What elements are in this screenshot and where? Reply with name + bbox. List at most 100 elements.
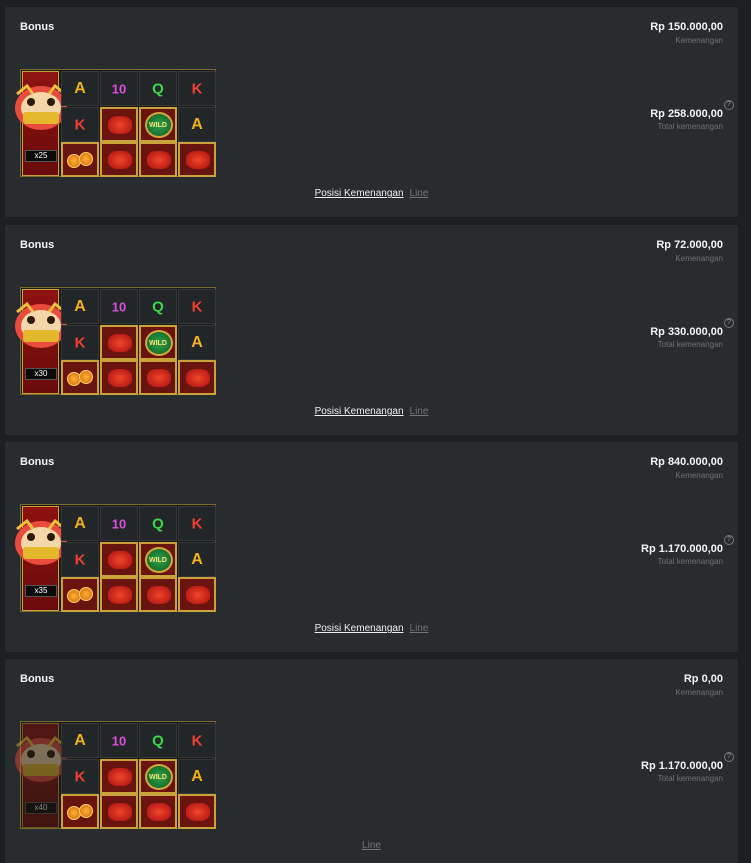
wild-symbol-label: WILD [149, 122, 167, 129]
total-win-amount: Rp 258.000,00 [650, 108, 723, 120]
symbol-k-icon: K [74, 768, 86, 785]
symbol-cell [61, 142, 99, 177]
symbol-cell [139, 142, 177, 177]
symbol-cell: Q [139, 289, 177, 324]
lantern-icon [147, 369, 171, 387]
lion-reel: x30 [15, 289, 67, 394]
win-label: Kemenangan [675, 471, 723, 480]
line-link[interactable]: Line [410, 406, 429, 417]
symbol-cell [61, 360, 99, 395]
card-title: Bonus [20, 456, 55, 468]
symbol-cell [61, 794, 99, 829]
symbol-cell: K [61, 325, 99, 360]
winning-positions-link[interactable]: Posisi Kemenangan [315, 188, 404, 199]
multiplier-badge: x35 [25, 585, 57, 597]
slot-grid: x25 A 10 Q K K WILD A [15, 69, 216, 177]
lantern-icon [147, 803, 171, 821]
win-label: Kemenangan [675, 688, 723, 697]
win-label: Kemenangan [675, 254, 723, 263]
lantern-icon [108, 551, 132, 569]
symbol-cell: K [178, 289, 216, 324]
symbol-cell [178, 142, 216, 177]
card-title: Bonus [20, 673, 55, 685]
symbol-k-icon: K [74, 334, 86, 351]
help-icon[interactable]: ? [724, 318, 734, 328]
symbol-10-icon: 10 [111, 516, 127, 531]
symbol-a-icon: A [74, 514, 86, 532]
lantern-icon [186, 803, 210, 821]
line-link[interactable]: Line [410, 623, 429, 634]
wild-icon: WILD [145, 330, 173, 356]
symbol-cell: Q [139, 723, 177, 758]
line-link[interactable]: Line [362, 840, 381, 851]
lantern-icon [186, 151, 210, 169]
symbol-cell: WILD [139, 759, 177, 794]
symbol-q-icon: Q [152, 298, 164, 315]
wild-symbol-label: WILD [149, 774, 167, 781]
symbol-cell: K [178, 506, 216, 541]
symbol-k-icon: K [74, 551, 86, 568]
win-amount: Rp 72.000,00 [656, 239, 723, 251]
symbol-cell [100, 577, 138, 612]
wild-icon: WILD [145, 112, 173, 138]
lantern-icon [108, 586, 132, 604]
lantern-icon [108, 803, 132, 821]
symbol-k-icon: K [191, 80, 203, 97]
lantern-icon [147, 586, 171, 604]
win-amount: Rp 840.000,00 [650, 456, 723, 468]
symbol-cell: A [61, 506, 99, 541]
card-links: Posisi Kemenangan Line [5, 623, 738, 634]
symbol-10-icon: 10 [111, 81, 127, 96]
total-win-amount: Rp 330.000,00 [650, 326, 723, 338]
spin-record-card: Bonus Rp 840.000,00 Kemenangan Rp 1.170.000… [5, 442, 738, 652]
symbol-cell [100, 759, 138, 794]
win-amount: Rp 150.000,00 [650, 21, 723, 33]
total-win-label: Total kemenangan [657, 122, 723, 131]
symbol-k-icon: K [191, 732, 203, 749]
symbol-cell [100, 107, 138, 142]
winning-positions-link[interactable]: Posisi Kemenangan [315, 623, 404, 634]
card-title: Bonus [20, 21, 55, 33]
symbol-cell [100, 142, 138, 177]
coin-icon [79, 804, 93, 818]
symbol-cell: Q [139, 71, 177, 106]
symbol-a-icon: A [191, 767, 203, 785]
symbol-cell: K [61, 542, 99, 577]
multiplier-badge: x25 [25, 150, 57, 162]
winning-positions-link[interactable]: Posisi Kemenangan [315, 406, 404, 417]
spin-record-card: Bonus Rp 72.000,00 Kemenangan Rp 330.000,00… [5, 225, 738, 435]
symbol-a-icon: A [191, 333, 203, 351]
symbol-cell [178, 577, 216, 612]
symbol-cell [61, 577, 99, 612]
help-icon[interactable]: ? [724, 752, 734, 762]
multiplier-badge: x40 [25, 802, 57, 814]
symbol-cell: A [178, 107, 216, 142]
symbol-10-icon: 10 [111, 733, 127, 748]
symbol-10-icon: 10 [111, 299, 127, 314]
slot-grid: x35 A 10 Q K K WILD A [15, 504, 216, 612]
help-icon[interactable]: ? [724, 535, 734, 545]
lantern-icon [108, 369, 132, 387]
lantern-icon [186, 369, 210, 387]
symbol-a-icon: A [74, 297, 86, 315]
symbol-k-icon: K [191, 298, 203, 315]
total-win-label: Total kemenangan [657, 340, 723, 349]
symbol-cell [178, 360, 216, 395]
symbol-cell [139, 794, 177, 829]
symbol-q-icon: Q [152, 515, 164, 532]
symbol-cell: A [61, 723, 99, 758]
symbol-k-icon: K [74, 116, 86, 133]
lion-reel: x40 [15, 723, 67, 828]
card-title: Bonus [20, 239, 55, 251]
symbol-cell [139, 577, 177, 612]
symbol-cell: Q [139, 506, 177, 541]
symbol-cell: WILD [139, 325, 177, 360]
symbol-cell: 10 [100, 723, 138, 758]
coin-icon [79, 152, 93, 166]
symbol-cell: A [178, 542, 216, 577]
line-link[interactable]: Line [410, 188, 429, 199]
symbol-cell [100, 360, 138, 395]
total-win-label: Total kemenangan [657, 774, 723, 783]
help-icon[interactable]: ? [724, 100, 734, 110]
total-win-amount: Rp 1.170.000,00 [641, 543, 723, 555]
